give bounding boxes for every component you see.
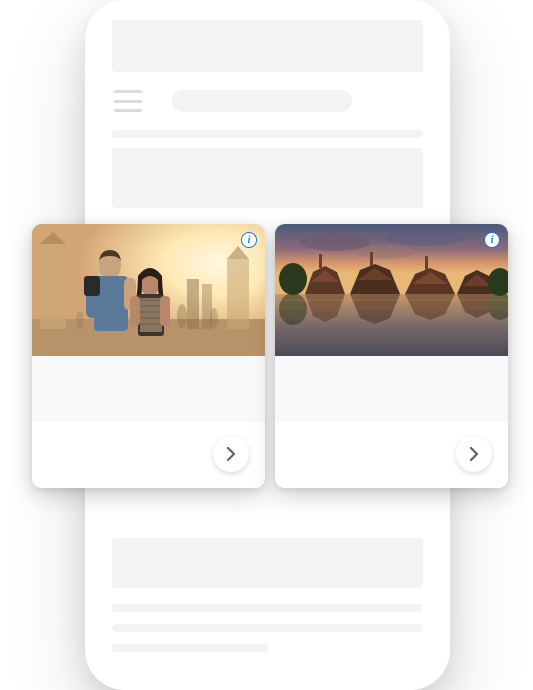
card-body: [32, 356, 265, 488]
ad-image: i: [275, 224, 508, 356]
header-skeleton: [112, 20, 423, 72]
ad-card[interactable]: i: [275, 224, 508, 488]
line-skeleton: [112, 604, 423, 612]
ad-cards-carousel: i: [32, 224, 508, 488]
next-button[interactable]: [456, 436, 492, 472]
ad-card[interactable]: i: [32, 224, 265, 488]
menu-row: [114, 90, 421, 112]
info-icon[interactable]: i: [241, 232, 257, 248]
block-skeleton: [112, 538, 423, 588]
chevron-right-icon: [469, 447, 479, 461]
ad-image: i: [32, 224, 265, 356]
info-icon[interactable]: i: [484, 232, 500, 248]
line-skeleton-short: [112, 644, 268, 652]
line-skeleton: [112, 624, 423, 632]
chevron-right-icon: [226, 447, 236, 461]
content-skeleton: [112, 148, 423, 208]
card-body: [275, 356, 508, 488]
title-skeleton: [172, 90, 352, 112]
bottom-skeleton-group: [112, 538, 423, 652]
next-button[interactable]: [213, 436, 249, 472]
hamburger-menu-icon[interactable]: [114, 90, 142, 112]
line-skeleton: [112, 130, 423, 138]
